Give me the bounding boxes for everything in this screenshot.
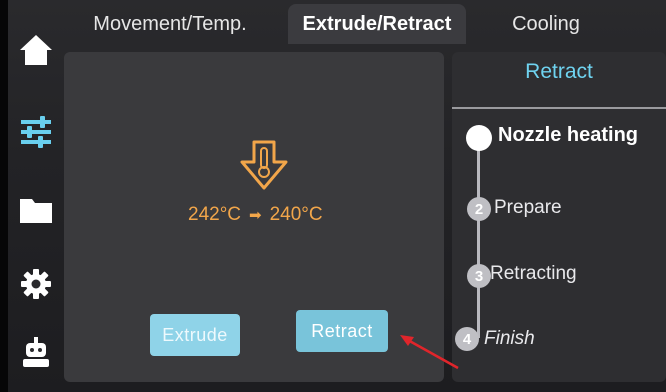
sidebar-item-controls[interactable] — [14, 110, 58, 154]
annotation-arrow — [400, 335, 459, 370]
arrow-right-icon: ➡ — [249, 207, 262, 224]
step-label-finish: Finish — [484, 328, 535, 349]
panel-title: Retract — [525, 60, 593, 83]
retract-steps-panel: Retract Nozzle heating 2 Prepare 3 Retra… — [452, 52, 666, 382]
extrude-panel: 242°C ➡ 240°C Extrude Retract — [64, 52, 444, 382]
sidebar-item-settings[interactable] — [14, 262, 58, 306]
divider — [452, 107, 666, 109]
screen-bezel — [0, 0, 8, 392]
current-temperature: 242°C — [188, 204, 242, 225]
step-dot-3: 3 — [467, 264, 491, 288]
target-temperature: 240°C — [269, 204, 323, 225]
tab-extrude-retract[interactable]: Extrude/Retract — [288, 4, 466, 44]
sidebar-item-home[interactable] — [14, 28, 58, 72]
retract-button[interactable]: Retract — [296, 310, 388, 352]
sidebar-item-files[interactable] — [14, 188, 58, 232]
nozzle-heating-icon — [240, 140, 288, 190]
temperature-readout: 242°C ➡ 240°C — [188, 202, 358, 228]
folder-icon — [20, 199, 52, 223]
home-icon — [20, 35, 52, 65]
sidebar-item-device[interactable] — [14, 330, 58, 374]
step-label-nozzle-heating: Nozzle heating — [498, 124, 639, 146]
printer-screen: Movement/Temp. Extrude/Retract Cooling 2… — [0, 0, 666, 392]
tab-movement-temp[interactable]: Movement/Temp. — [72, 4, 268, 44]
step-dot-2: 2 — [467, 197, 491, 221]
step-dot-current — [466, 125, 492, 151]
tab-cooling[interactable]: Cooling — [486, 4, 606, 44]
sidebar — [8, 0, 64, 392]
progress-rail — [477, 138, 480, 338]
step-label-retracting: Retracting — [490, 263, 577, 284]
extrude-button[interactable]: Extrude — [150, 314, 240, 356]
gear-icon — [21, 269, 51, 299]
robot-icon — [23, 337, 49, 367]
sliders-icon — [21, 116, 51, 148]
step-label-prepare: Prepare — [494, 197, 562, 218]
